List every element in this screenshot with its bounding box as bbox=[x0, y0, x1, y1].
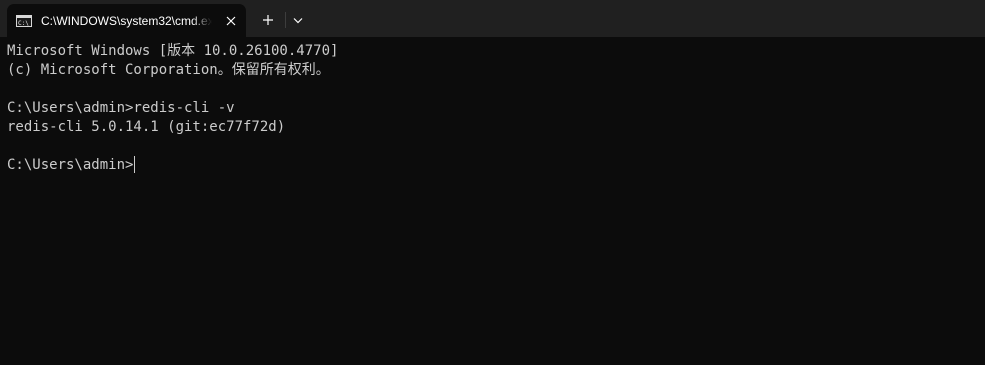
chevron-down-icon[interactable] bbox=[288, 10, 308, 30]
console-line-result: redis-cli 5.0.14.1 (git:ec77f72d) bbox=[7, 119, 286, 135]
console-prompt-line[interactable]: C:\Users\admin> bbox=[7, 156, 967, 175]
title-bar[interactable]: C:\ C:\WINDOWS\system32\cmd.exe bbox=[0, 0, 985, 37]
text-cursor bbox=[134, 156, 136, 173]
terminal-window: C:\ C:\WINDOWS\system32\cmd.exe Microsof… bbox=[0, 0, 985, 365]
console-prompt: C:\Users\admin> bbox=[7, 157, 134, 173]
tab-title: C:\WINDOWS\system32\cmd.exe bbox=[41, 14, 212, 28]
svg-text:C:\: C:\ bbox=[18, 20, 29, 27]
toolbar-divider bbox=[285, 12, 286, 28]
console-line-copyright: (c) Microsoft Corporation。保留所有权利。 bbox=[7, 62, 330, 78]
plus-icon[interactable] bbox=[256, 10, 280, 30]
cmd-icon: C:\ bbox=[16, 15, 32, 27]
console-output[interactable]: Microsoft Windows [版本 10.0.26100.4770] (… bbox=[7, 42, 967, 352]
console-line-command: C:\Users\admin>redis-cli -v bbox=[7, 100, 235, 116]
tab-cmd[interactable]: C:\ C:\WINDOWS\system32\cmd.exe bbox=[7, 4, 246, 37]
close-icon[interactable] bbox=[224, 14, 238, 28]
console-line-version: Microsoft Windows [版本 10.0.26100.4770] bbox=[7, 43, 339, 59]
